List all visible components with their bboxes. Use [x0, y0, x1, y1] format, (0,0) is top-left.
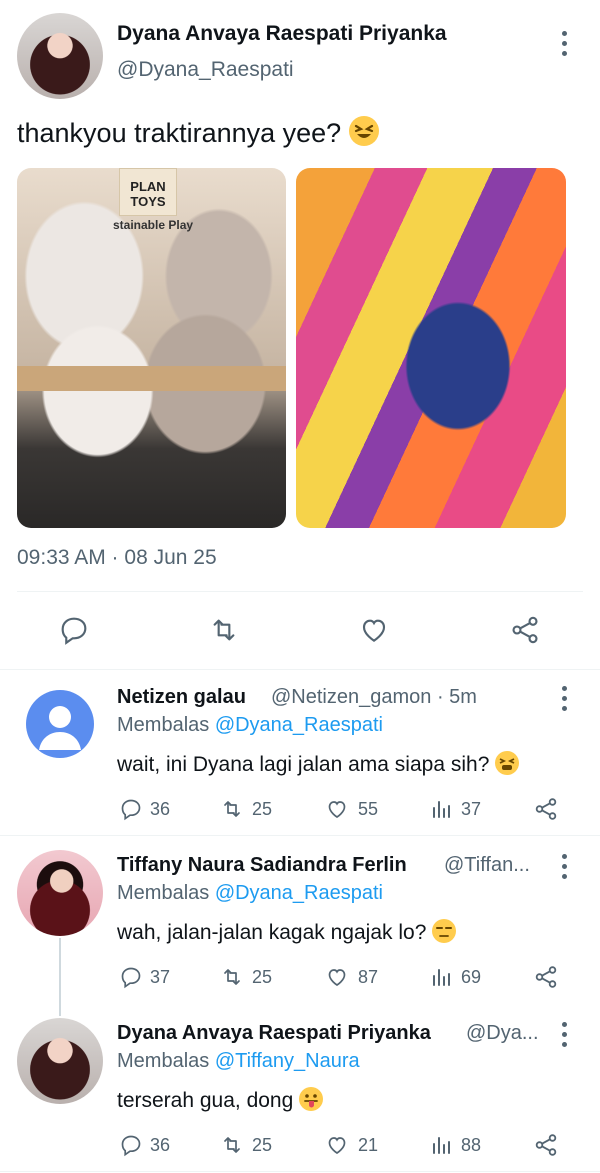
unamused-face-emoji-icon [432, 919, 457, 943]
retweet-icon[interactable] [219, 965, 245, 989]
reply-count: 36 [150, 1135, 171, 1155]
retweet-count: 25 [252, 1135, 273, 1155]
tweet-image-snacks[interactable] [296, 168, 566, 528]
views-count: 88 [461, 1135, 482, 1155]
divider [0, 669, 600, 670]
reply-icon[interactable] [119, 965, 143, 989]
reply-author-handle[interactable]: @Tiffan... [444, 854, 530, 877]
reply-text-row: wah, jalan-jalan kagak ngajak lo? [117, 919, 457, 945]
views-icon[interactable] [429, 965, 453, 989]
reply-text: wah, jalan-jalan kagak ngajak lo? [117, 921, 427, 944]
reply-author-handle[interactable]: @Dya... [466, 1022, 539, 1045]
laughing-squint-emoji-icon [348, 116, 379, 146]
like-icon[interactable] [358, 614, 390, 646]
more-options-icon[interactable] [562, 31, 568, 61]
plan-toys-sign: PLAN TOYS [119, 168, 177, 216]
reply-count: 36 [150, 799, 171, 819]
reply-icon[interactable] [119, 797, 143, 821]
like-count: 21 [358, 1135, 379, 1155]
like-icon[interactable] [325, 1133, 349, 1157]
reply-stats-row: 36 25 55 37 [117, 796, 567, 822]
retweet-count: 25 [252, 967, 273, 987]
reply-count: 37 [150, 967, 171, 987]
reply-icon[interactable] [58, 614, 90, 646]
replying-prefix: Membalas [117, 882, 215, 904]
replying-prefix: Membalas [117, 1050, 215, 1072]
reply-icon[interactable] [119, 1133, 143, 1157]
views-icon[interactable] [429, 1133, 453, 1157]
replying-to: Membalas @Tiffany_Naura [117, 1050, 360, 1073]
tired-face-emoji-icon [495, 751, 520, 775]
tweet-text: thankyou traktirannya yee? [17, 118, 342, 148]
more-options-icon[interactable] [562, 854, 568, 884]
replying-to: Membalas @Dyana_Raespati [117, 714, 383, 737]
reply-author-handle[interactable]: @Netizen_gamon · 5m [271, 686, 477, 709]
replying-prefix: Membalas [117, 714, 215, 736]
reply-text-row: terserah gua, dong [117, 1087, 324, 1113]
reply-author-name[interactable]: Dyana Anvaya Raespati Priyanka [117, 1022, 431, 1045]
views-count: 37 [461, 799, 482, 819]
share-icon[interactable] [533, 964, 559, 990]
sign-line1: PLAN [130, 179, 166, 194]
more-options-icon[interactable] [562, 1022, 568, 1052]
tweet-text-row: thankyou traktirannya yee? [17, 116, 379, 149]
author-name[interactable]: Dyana Anvaya Raespati Priyanka [117, 22, 447, 46]
divider [17, 591, 583, 592]
reply-stats-row: 37 25 87 69 [117, 964, 567, 990]
reply-avatar-dyana[interactable] [17, 1018, 103, 1104]
retweet-count: 25 [252, 799, 273, 819]
default-user-icon [39, 706, 81, 750]
share-icon[interactable] [509, 614, 541, 646]
mention-link[interactable]: @Dyana_Raespati [215, 714, 383, 736]
tongue-out-emoji-icon [299, 1087, 324, 1111]
mention-link[interactable]: @Tiffany_Naura [215, 1050, 360, 1072]
mention-link[interactable]: @Dyana_Raespati [215, 882, 383, 904]
reply-stats-row: 36 25 21 88 [117, 1132, 567, 1158]
share-icon[interactable] [533, 796, 559, 822]
like-count: 87 [358, 967, 379, 987]
replying-to: Membalas @Dyana_Raespati [117, 882, 383, 905]
reply-author-name[interactable]: Tiffany Naura Sadiandra Ferlin [117, 854, 407, 877]
reply-author-name[interactable]: Netizen galau [117, 686, 246, 709]
author-avatar[interactable] [17, 13, 103, 99]
more-options-icon[interactable] [562, 686, 568, 716]
reply-text: wait, ini Dyana lagi jalan ama siapa sih… [117, 753, 490, 776]
share-icon[interactable] [533, 1132, 559, 1158]
thread-connector-line [59, 938, 61, 1016]
retweet-icon[interactable] [207, 614, 241, 646]
sign-line3: stainable Play [113, 218, 194, 232]
tweet-timestamp[interactable]: 09:33 AM · 08 Jun 25 [17, 546, 217, 570]
reply-avatar-default[interactable] [26, 690, 94, 758]
views-icon[interactable] [429, 797, 453, 821]
retweet-icon[interactable] [219, 1133, 245, 1157]
tweet-image-plush-toys[interactable]: PLAN TOYS stainable Play [17, 168, 286, 528]
like-icon[interactable] [325, 797, 349, 821]
views-count: 69 [461, 967, 482, 987]
like-icon[interactable] [325, 965, 349, 989]
like-count: 55 [358, 799, 379, 819]
author-handle[interactable]: @Dyana_Raespati [117, 58, 294, 82]
reply-text: terserah gua, dong [117, 1089, 294, 1112]
divider [0, 835, 600, 836]
reply-text-row: wait, ini Dyana lagi jalan ama siapa sih… [117, 751, 520, 777]
retweet-icon[interactable] [219, 797, 245, 821]
sign-line2: TOYS [130, 194, 166, 209]
reply-avatar-tiffany[interactable] [17, 850, 103, 936]
divider [0, 1171, 600, 1172]
